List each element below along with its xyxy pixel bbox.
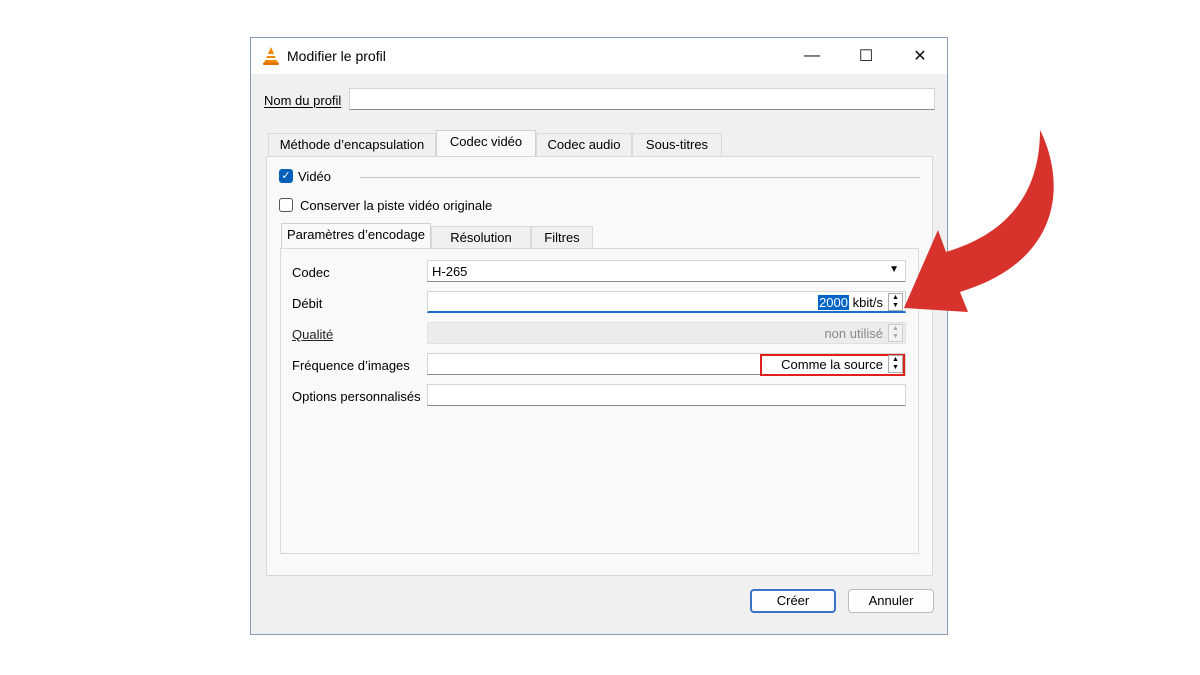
custom-options-label: Options personnalisés <box>292 389 421 404</box>
maximize-button[interactable]: ☐ <box>843 38 889 74</box>
custom-options-input[interactable] <box>427 384 906 406</box>
profile-name-input[interactable] <box>349 88 935 110</box>
cancel-button[interactable]: Annuler <box>848 589 934 613</box>
quality-label: Qualité <box>292 327 333 342</box>
minimize-button[interactable]: — <box>789 38 835 74</box>
quality-input: non utilisé ▲ ▼ <box>427 322 906 344</box>
tab-codec-video[interactable]: Codec vidéo <box>436 130 536 157</box>
vlc-cone-icon <box>263 47 279 65</box>
keep-original-label: Conserver la piste vidéo originale <box>300 198 493 213</box>
quality-value: non utilisé <box>824 326 883 341</box>
framerate-label: Fréquence d’images <box>292 358 410 373</box>
encoding-params-panel: Codec H-265 ▼ Débit 2000 kbit/s ▲ ▼ Quali… <box>280 248 919 554</box>
title-bar: Modifier le profil — ☐ ✕ <box>251 38 947 74</box>
framerate-spinner[interactable]: ▲ ▼ <box>888 355 903 373</box>
bitrate-input[interactable]: 2000 kbit/s ▲ ▼ <box>427 291 906 313</box>
red-annotation-arrow-icon <box>904 130 1054 312</box>
bitrate-value: 2000 <box>818 295 849 310</box>
codec-select[interactable]: H-265 ▼ <box>427 260 906 282</box>
modify-profile-dialog: Modifier le profil — ☐ ✕ Nom du profil M… <box>250 37 948 635</box>
tab-subtitles[interactable]: Sous-titres <box>632 133 722 157</box>
framerate-input[interactable]: Comme la source ▲ ▼ <box>427 353 906 376</box>
video-label: Vidéo <box>298 169 332 184</box>
create-button[interactable]: Créer <box>750 589 836 613</box>
video-group-divider <box>360 177 920 178</box>
subtab-filters[interactable]: Filtres <box>531 226 593 250</box>
tab-codec-audio[interactable]: Codec audio <box>536 133 632 157</box>
close-button[interactable]: ✕ <box>897 38 943 74</box>
subtab-encoding-params[interactable]: Paramètres d’encodage <box>281 223 431 250</box>
codec-label: Codec <box>292 265 330 280</box>
framerate-value: Comme la source <box>781 357 883 372</box>
subtab-resolution[interactable]: Résolution <box>431 226 531 250</box>
keep-original-checkbox[interactable] <box>279 198 293 212</box>
codec-video-panel: ✓ Vidéo Conserver la piste vidéo origina… <box>266 156 933 576</box>
quality-label-text: Qualité <box>292 327 334 342</box>
codec-value: H-265 <box>432 264 468 279</box>
window-title: Modifier le profil <box>287 48 386 64</box>
profile-name-label: Nom du profil <box>264 93 342 108</box>
bitrate-unit: kbit/s <box>852 295 883 310</box>
video-checkbox[interactable]: ✓ <box>279 169 293 183</box>
tab-encapsulation[interactable]: Méthode d’encapsulation <box>268 133 436 157</box>
bitrate-label: Débit <box>292 296 323 311</box>
